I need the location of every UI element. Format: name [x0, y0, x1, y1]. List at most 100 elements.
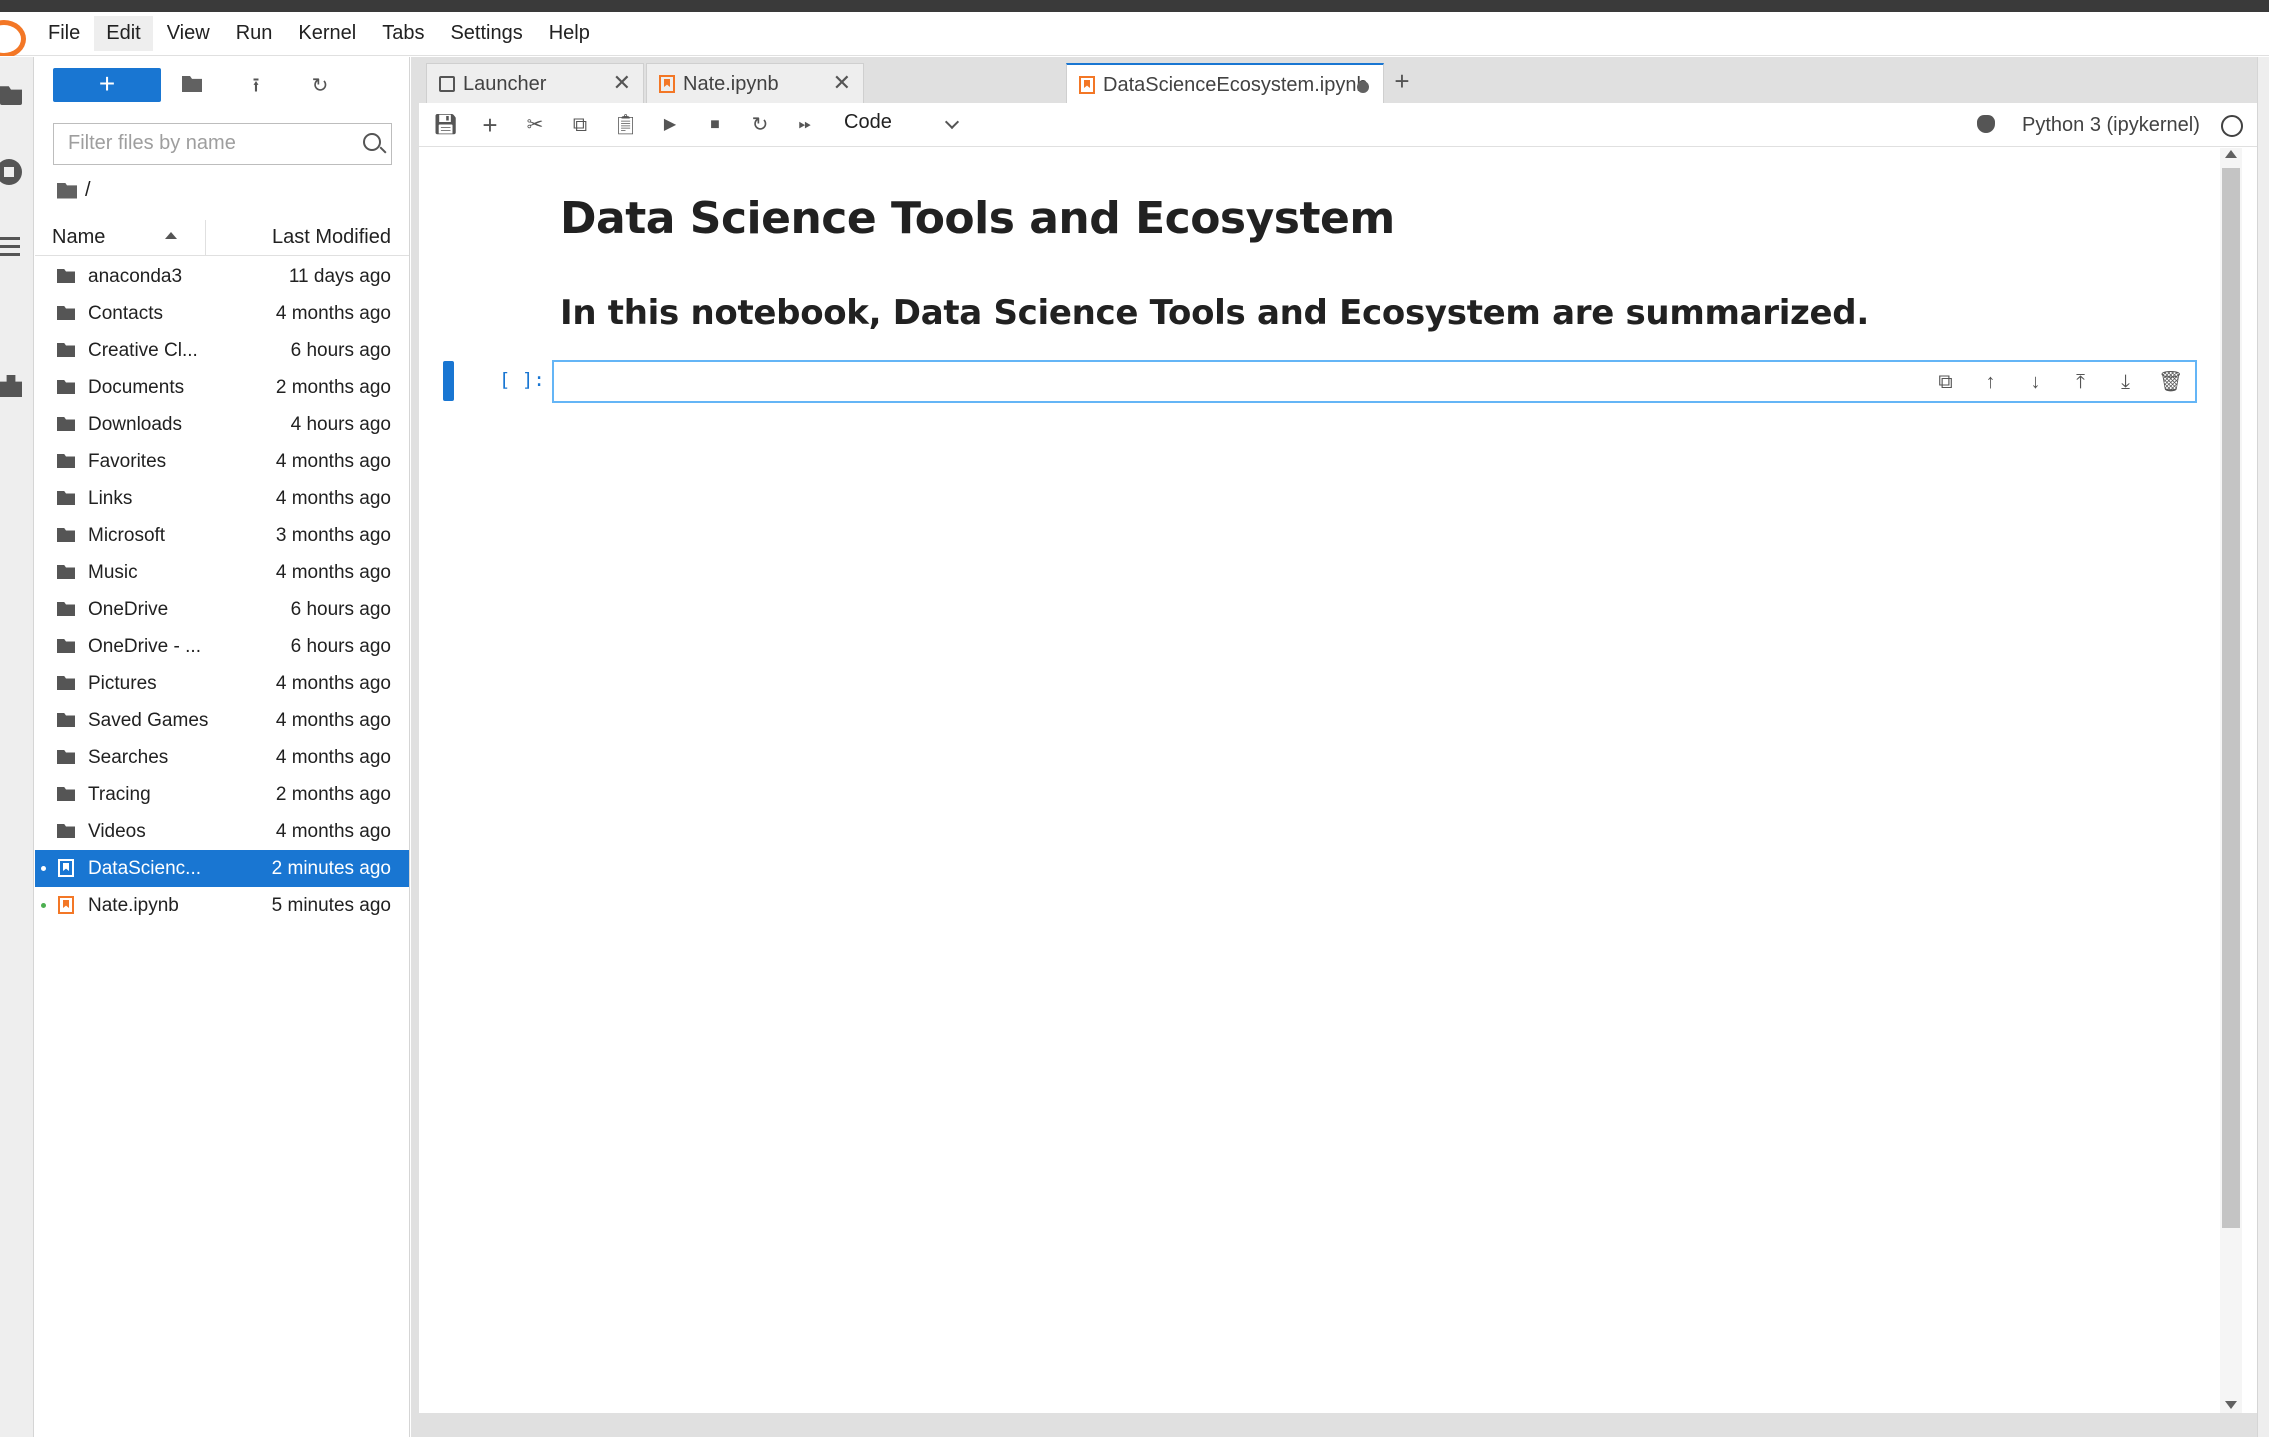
- delete-cell-icon[interactable]: 🗑︎: [2158, 370, 2183, 394]
- tab-label: Launcher: [463, 73, 547, 95]
- folder-icon: [57, 602, 75, 616]
- file-row-folder[interactable]: OneDrive 6 hours ago: [35, 591, 409, 628]
- run-icon[interactable]: ▶: [658, 113, 682, 137]
- file-modified: 6 hours ago: [290, 636, 391, 657]
- duplicate-cell-icon[interactable]: ⧉: [1933, 370, 1958, 394]
- menu-file[interactable]: File: [36, 16, 92, 51]
- file-row-folder[interactable]: anaconda3 11 days ago: [35, 258, 409, 295]
- breadcrumb[interactable]: /: [57, 179, 91, 202]
- folder-icon: [57, 417, 75, 431]
- file-row-folder[interactable]: Links 4 months ago: [35, 480, 409, 517]
- main-bottom-edge: [419, 1413, 2257, 1437]
- file-row-folder[interactable]: Saved Games 4 months ago: [35, 702, 409, 739]
- new-launcher-button[interactable]: +: [53, 68, 161, 102]
- scroll-up-arrow-icon[interactable]: [2225, 150, 2237, 158]
- file-filter-input[interactable]: [54, 124, 344, 162]
- menu-settings[interactable]: Settings: [438, 16, 534, 51]
- file-row-folder[interactable]: Pictures 4 months ago: [35, 665, 409, 702]
- markdown-heading-1[interactable]: Data Science Tools and Ecosystem: [560, 193, 1395, 244]
- column-divider[interactable]: [205, 220, 206, 256]
- table-of-contents-icon[interactable]: [0, 237, 20, 257]
- move-up-icon[interactable]: ↑: [1978, 370, 2003, 394]
- markdown-heading-2[interactable]: In this notebook, Data Science Tools and…: [560, 293, 1869, 333]
- cell-collapser[interactable]: [443, 361, 454, 401]
- code-cell-editor[interactable]: ⧉ ↑ ↓ ⤒ ⤓ 🗑︎: [552, 360, 2197, 403]
- move-down-icon[interactable]: ↓: [2023, 370, 2048, 394]
- tab-datascienceecosystem[interactable]: DataScienceEcosystem.ipynb: [1066, 63, 1384, 104]
- running-indicator-icon: [41, 866, 46, 871]
- tab-launcher[interactable]: Launcher ✕: [426, 63, 644, 103]
- upload-icon[interactable]: ⭱: [245, 75, 267, 97]
- column-name-header[interactable]: Name: [52, 226, 105, 249]
- cut-icon[interactable]: ✂: [523, 113, 547, 137]
- new-tab-plus-icon[interactable]: +: [1387, 65, 1417, 99]
- file-modified: 6 hours ago: [290, 599, 391, 620]
- panel-splitter[interactable]: [411, 57, 419, 1437]
- column-modified-header[interactable]: Last Modified: [272, 226, 391, 249]
- refresh-icon[interactable]: ↻: [309, 75, 331, 97]
- file-row-folder[interactable]: Videos 4 months ago: [35, 813, 409, 850]
- file-row-notebook[interactable]: DataScienc... 2 minutes ago: [35, 850, 409, 887]
- file-row-folder[interactable]: Music 4 months ago: [35, 554, 409, 591]
- file-row-folder[interactable]: Tracing 2 months ago: [35, 776, 409, 813]
- file-browser-icon[interactable]: [0, 86, 22, 105]
- main-dock-area: Launcher ✕ Nate.ipynb ✕ DataScienceEcosy…: [419, 57, 2257, 1413]
- insert-above-icon[interactable]: ⤒: [2068, 370, 2093, 394]
- home-folder-icon[interactable]: [57, 182, 77, 199]
- file-row-folder[interactable]: OneDrive - ... 6 hours ago: [35, 628, 409, 665]
- menu-view[interactable]: View: [155, 16, 222, 51]
- new-folder-icon[interactable]: [181, 75, 203, 97]
- search-icon[interactable]: [363, 133, 381, 151]
- save-icon[interactable]: 💾︎: [433, 113, 458, 137]
- file-row-folder[interactable]: Favorites 4 months ago: [35, 443, 409, 480]
- menu-tabs[interactable]: Tabs: [370, 16, 436, 51]
- launcher-icon: [439, 76, 455, 92]
- scroll-down-arrow-icon[interactable]: [2225, 1401, 2237, 1409]
- file-row-folder[interactable]: Searches 4 months ago: [35, 739, 409, 776]
- menu-help[interactable]: Help: [537, 16, 602, 51]
- paste-icon[interactable]: 📋︎: [613, 113, 638, 137]
- insert-cell-icon[interactable]: +: [478, 112, 502, 138]
- scrollbar-thumb[interactable]: [2222, 168, 2240, 1228]
- file-name: OneDrive: [88, 599, 169, 620]
- cell-type-select[interactable]: Code: [844, 111, 892, 134]
- close-icon[interactable]: ✕: [613, 70, 631, 96]
- unsaved-indicator-icon[interactable]: [1357, 81, 1369, 93]
- folder-icon: [57, 750, 75, 764]
- tab-nate-notebook[interactable]: Nate.ipynb ✕: [646, 63, 864, 103]
- folder-icon: [57, 306, 75, 320]
- running-kernels-icon[interactable]: [0, 159, 22, 185]
- file-row-folder[interactable]: Creative Cl... 6 hours ago: [35, 332, 409, 369]
- notebook-scrollbar[interactable]: [2220, 148, 2242, 1413]
- stop-icon[interactable]: ■: [703, 113, 727, 137]
- kernel-status-icon: [2221, 115, 2243, 137]
- menu-run[interactable]: Run: [224, 16, 285, 51]
- sort-ascending-icon[interactable]: [165, 232, 177, 239]
- file-row-folder[interactable]: Contacts 4 months ago: [35, 295, 409, 332]
- file-row-folder[interactable]: Documents 2 months ago: [35, 369, 409, 406]
- file-list: anaconda3 11 days ago Contacts 4 months ago…: [35, 258, 409, 924]
- file-row-folder[interactable]: Microsoft 3 months ago: [35, 517, 409, 554]
- copy-icon[interactable]: ⧉: [568, 113, 592, 137]
- breadcrumb-root[interactable]: /: [85, 179, 91, 202]
- insert-below-icon[interactable]: ⤓: [2113, 370, 2138, 394]
- extension-manager-icon[interactable]: [0, 375, 22, 397]
- close-icon[interactable]: ✕: [833, 70, 851, 96]
- folder-icon: [57, 824, 75, 838]
- menu-edit[interactable]: Edit: [94, 16, 153, 51]
- running-indicator-icon: [41, 903, 46, 908]
- menu-kernel[interactable]: Kernel: [286, 16, 368, 51]
- tab-label: DataScienceEcosystem.ipynb: [1103, 74, 1368, 96]
- file-row-notebook[interactable]: Nate.ipynb 5 minutes ago: [35, 887, 409, 924]
- restart-icon[interactable]: ↻: [748, 113, 772, 137]
- run-all-icon[interactable]: ⏩︎: [793, 113, 817, 137]
- file-name: OneDrive - ...: [88, 636, 201, 657]
- kernel-name[interactable]: Python 3 (ipykernel): [2022, 114, 2200, 137]
- file-name: Tracing: [88, 784, 151, 805]
- right-sidebar: [2257, 57, 2269, 1437]
- chevron-down-icon[interactable]: [944, 114, 960, 130]
- file-row-folder[interactable]: Downloads 4 hours ago: [35, 406, 409, 443]
- file-modified: 4 hours ago: [290, 414, 391, 435]
- debugger-bug-icon[interactable]: [1977, 115, 1995, 133]
- notebook-icon: [58, 859, 74, 877]
